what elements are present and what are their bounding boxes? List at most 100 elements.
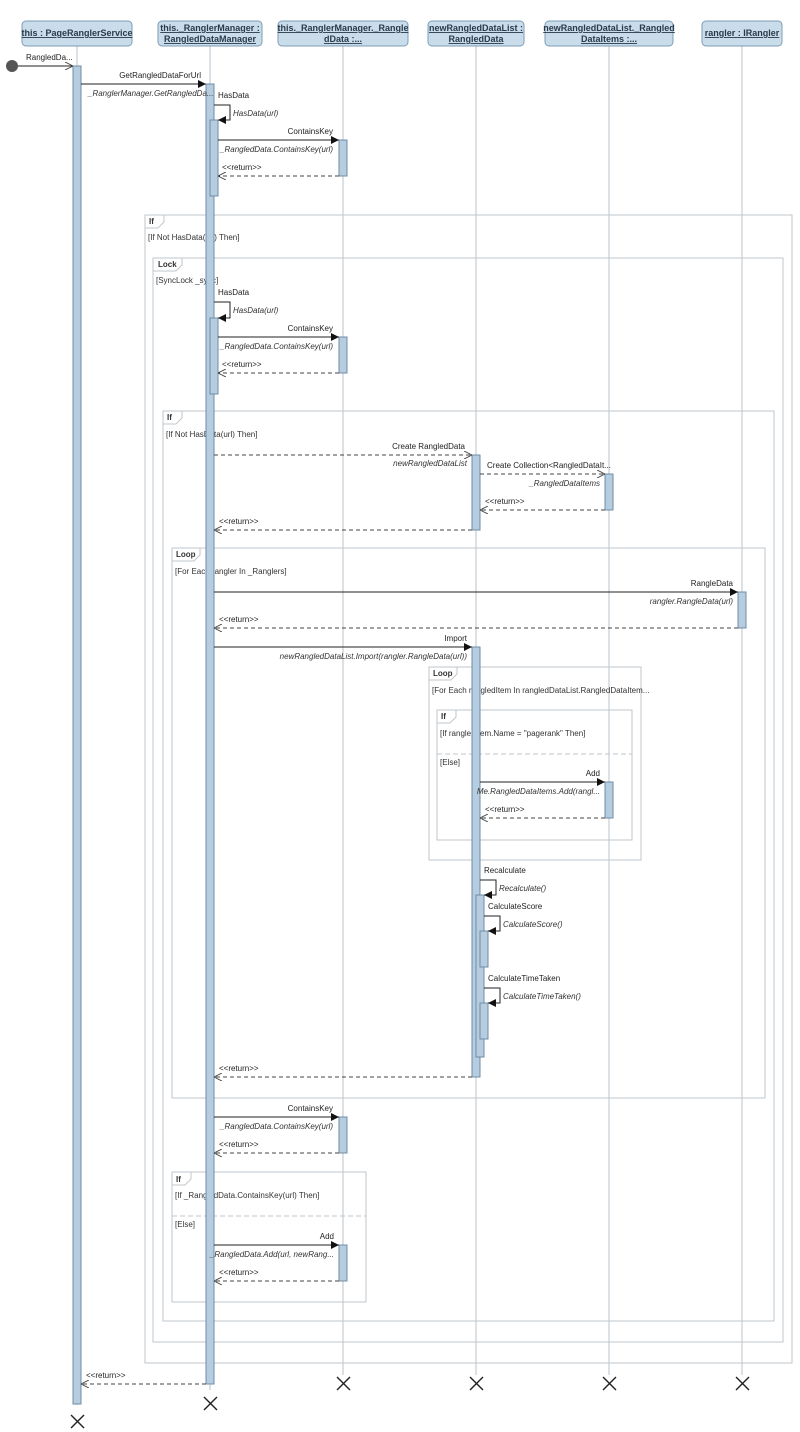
activation-list-calcscore	[479, 930, 489, 968]
participant-label: RangledData	[448, 34, 504, 44]
message-containskey-2: ContainsKey _RangledData.ContainsKey(url…	[218, 324, 339, 351]
message-signature: newRangledDataList.Import(rangler.Rangle…	[280, 652, 468, 661]
message-label: <<return>>	[222, 360, 262, 369]
activation-rdata-containskey-3	[338, 1116, 348, 1154]
message-return-final: <<return>>	[81, 1371, 206, 1384]
message-label: Create Collection<RangledDataIt...	[487, 461, 611, 470]
message-hasdata-self-2: HasData HasData(url)	[214, 288, 279, 322]
fragment-if-pagerank: If [If rangledItem.Name = "pagerank" The…	[436, 709, 633, 841]
fragment-loop-ranglers: Loop [For Each rangler In _Ranglers]	[171, 547, 766, 1099]
message-label: <<return>>	[485, 805, 525, 814]
participant-label: RangledDataManager	[164, 34, 257, 44]
activation-rdata-add	[338, 1244, 348, 1282]
message-label: ContainsKey	[288, 1104, 333, 1113]
destroy-icon	[469, 1376, 484, 1391]
activation-rdata-containskey	[338, 139, 348, 177]
message-label: <<return>>	[86, 1371, 126, 1380]
activation-mgr-main	[205, 83, 215, 1385]
fragment-guard: [If Not HasData(url) Then]	[148, 233, 239, 242]
message-return: <<return>>	[218, 360, 339, 373]
fragment-guard: [For Each rangler In _Ranglers]	[175, 567, 287, 576]
message-found: RangledDa...	[18, 53, 73, 66]
activation-items-add	[604, 781, 614, 819]
message-label: HasData	[218, 91, 250, 100]
fragment-loop-items: Loop [For Each rangledItem In rangledDat…	[428, 666, 649, 861]
message-signature: _RangledData.Add(url, newRang...	[209, 1250, 334, 1259]
fragment-guard: [If _RangledData.ContainsKey(url) Then]	[175, 1191, 319, 1200]
activation-list-calctime	[479, 1002, 489, 1040]
message-label: <<return>>	[219, 615, 259, 624]
message-return: <<return>>	[480, 497, 605, 510]
message-signature: Me.RangledDataItems.Add(rangl...	[477, 787, 600, 796]
message-signature: rangler.RangleData(url)	[650, 597, 734, 606]
participant-label: this._RanglerManager :	[160, 23, 260, 33]
message-label: CalculateScore	[488, 902, 543, 911]
message-return: <<return>>	[218, 163, 339, 176]
message-calculate-score-self: CalculateScore CalculateScore()	[484, 902, 563, 935]
participant-label: newRangledDataList :	[429, 23, 523, 33]
participant-svc: this : PageRanglerService	[21, 20, 133, 47]
participant-label: this : PageRanglerService	[21, 28, 132, 38]
message-label: ContainsKey	[288, 127, 333, 136]
message-label: <<return>>	[219, 1064, 259, 1073]
message-label: Create RangledData	[392, 442, 465, 451]
message-signature: HasData(url)	[233, 306, 279, 315]
message-return: <<return>>	[480, 805, 605, 818]
message-label: <<return>>	[219, 1268, 259, 1277]
message-label: ContainsKey	[288, 324, 333, 333]
participant-items: newRangledDataList._Rangled DataItems :.…	[543, 20, 675, 47]
fragment-operator: If	[167, 413, 172, 422]
participant-label: dData :...	[324, 34, 362, 44]
activation-list-create	[471, 454, 481, 531]
fragment-operator: Loop	[433, 669, 453, 678]
message-signature: _RangledData.ContainsKey(url)	[219, 342, 333, 351]
fragment-lock: Lock [SyncLock _sync]	[152, 257, 784, 1343]
destroy-icon	[735, 1376, 750, 1391]
message-label: <<return>>	[219, 517, 259, 526]
message-signature: _RangledData.ContainsKey(url)	[219, 145, 333, 154]
participant-label: this._RanglerManager._Rangle	[277, 23, 408, 33]
message-signature: _RangledDataItems	[528, 479, 600, 488]
message-label: <<return>>	[219, 1140, 259, 1149]
fragment-guard: [If rangledItem.Name = "pagerank" Then]	[440, 729, 585, 738]
fragment-operator: If	[149, 217, 154, 226]
message-calculate-time-self: CalculateTimeTaken CalculateTimeTaken()	[484, 974, 581, 1007]
fragment-operator: If	[441, 712, 446, 721]
activation-rangler	[737, 591, 747, 629]
message-label: <<return>>	[222, 163, 262, 172]
activation-items-create	[604, 473, 614, 511]
message-label: RangledDa...	[26, 53, 73, 62]
message-label: HasData	[218, 288, 250, 297]
start-node	[6, 60, 18, 72]
message-signature: CalculateTimeTaken()	[503, 992, 581, 1001]
participant-label: rangler : IRangler	[705, 28, 780, 38]
fragment-guard: [For Each rangledItem In rangledDataList…	[432, 686, 649, 695]
fragment-operator: Loop	[176, 550, 196, 559]
participant-rangler: rangler : IRangler	[701, 20, 783, 47]
message-label: GetRangledDataForUrl	[119, 71, 201, 80]
message-label: Import	[444, 634, 467, 643]
message-containskey-3: ContainsKey _RangledData.ContainsKey(url…	[214, 1104, 339, 1131]
message-recalculate-self: Recalculate Recalculate()	[480, 866, 546, 899]
participant-mgr: this._RanglerManager : RangledDataManage…	[157, 20, 263, 47]
fragment-if-containskey: If [If _RangledData.ContainsKey(url) The…	[171, 1171, 367, 1303]
fragment-operator: If	[176, 1175, 181, 1184]
activation-mgr-hasdata-2	[209, 317, 219, 395]
fragment-else-guard: [Else]	[175, 1220, 195, 1229]
destroy-icon	[336, 1376, 351, 1391]
message-label: Add	[586, 769, 600, 778]
message-signature: _RanglerManager.GetRangledDa...	[87, 89, 214, 98]
message-signature: HasData(url)	[233, 109, 279, 118]
participant-list: newRangledDataList : RangledData	[427, 20, 525, 47]
activation-mgr-hasdata	[209, 119, 219, 197]
activation-svc	[72, 65, 82, 1405]
message-signature: Recalculate()	[499, 884, 546, 893]
message-get-rangled-data: GetRangledDataForUrl _RanglerManager.Get…	[81, 71, 214, 98]
message-add-item: Add Me.RangledDataItems.Add(rangl...	[477, 769, 605, 796]
message-containskey: ContainsKey _RangledData.ContainsKey(url…	[218, 127, 339, 154]
participant-label: DataItems :...	[581, 34, 637, 44]
message-label: Add	[320, 1232, 334, 1241]
fragment-else-guard: [Else]	[440, 758, 460, 767]
message-signature: CalculateScore()	[503, 920, 563, 929]
message-signature: _RangledData.ContainsKey(url)	[219, 1122, 333, 1131]
